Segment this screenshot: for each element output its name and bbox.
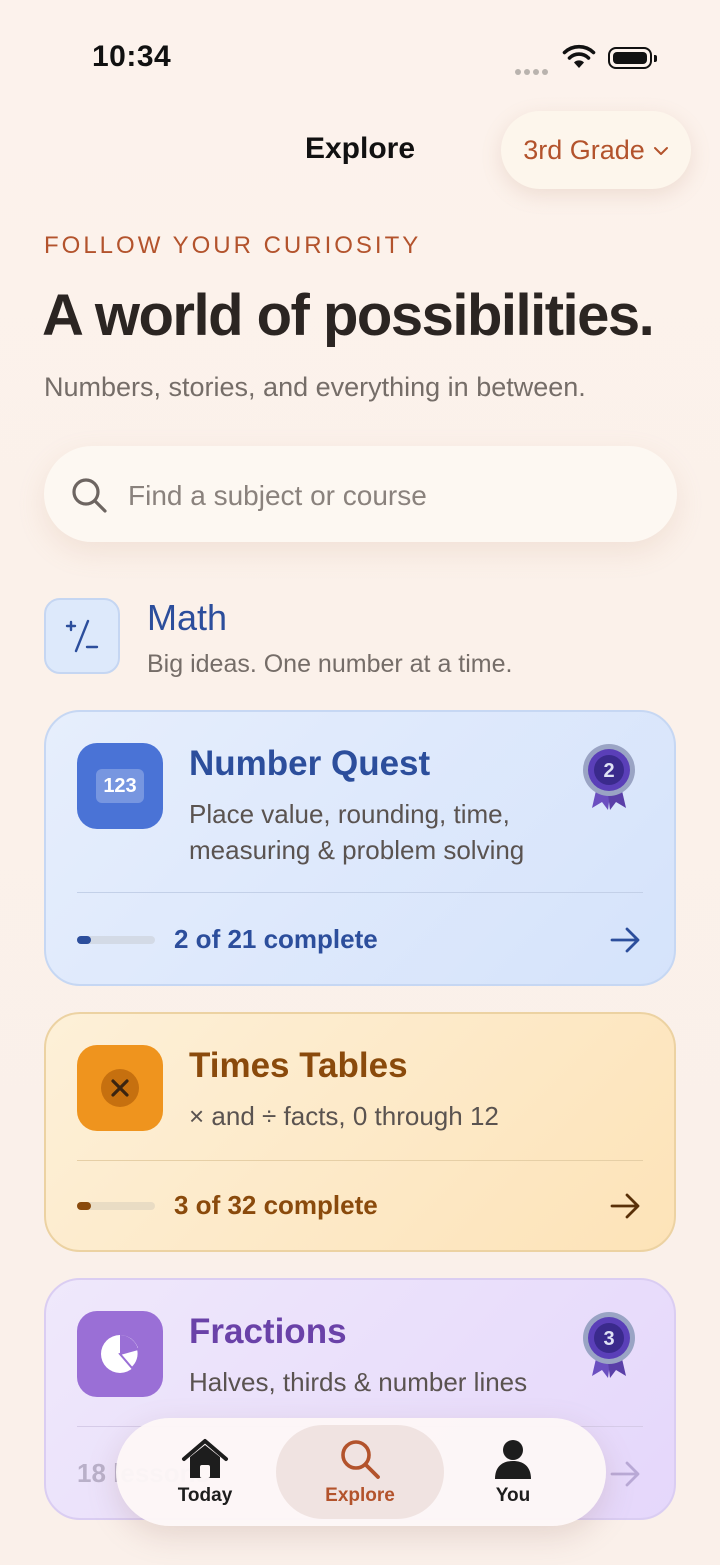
course-title: Number Quest [189, 744, 431, 783]
course-title: Fractions [189, 1312, 347, 1351]
subject-title: Math [147, 597, 228, 638]
tab-label: Explore [325, 1485, 395, 1506]
course-card-times-tables[interactable]: Times Tables × and ÷ facts, 0 through 12… [44, 1012, 676, 1252]
medal-badge-icon: 3 [580, 1310, 638, 1385]
home-icon [182, 1439, 228, 1478]
subject-subtitle: Big ideas. One number at a time. [147, 650, 513, 678]
search-icon [341, 1440, 380, 1479]
hero-headline: A world of possibilities. [42, 283, 655, 348]
section-eyebrow: FOLLOW YOUR CURIOSITY [44, 232, 422, 259]
progress-fill [77, 936, 91, 944]
battery-icon [608, 47, 657, 69]
grade-selector-button[interactable]: 3rd Grade [501, 111, 691, 189]
course-card-number-quest[interactable]: 123 Number Quest Place value, rounding, … [44, 710, 676, 986]
math-subject-icon [44, 598, 120, 674]
hero-subheadline: Numbers, stories, and everything in betw… [44, 372, 586, 402]
cellular-signal-icon [515, 62, 551, 80]
arrow-right-icon[interactable] [610, 926, 642, 954]
search-input[interactable] [126, 470, 650, 522]
person-icon [495, 1440, 531, 1479]
times-tables-icon [77, 1045, 163, 1131]
arrow-right-icon[interactable] [610, 1460, 642, 1488]
search-icon [72, 478, 107, 513]
course-description-line1: Halves, thirds & number lines [189, 1367, 528, 1397]
grade-selector-label: 3rd Grade [523, 134, 645, 165]
chevron-down-icon [653, 147, 668, 155]
course-description-line2: measuring & problem solving [189, 835, 525, 865]
tab-bar: Today Explore You [116, 1418, 606, 1526]
course-description-line1: Place value, rounding, time, [189, 799, 510, 829]
status-time: 10:34 [92, 40, 172, 73]
progress-text: 3 of 32 complete [174, 1190, 378, 1220]
arrow-right-icon[interactable] [610, 1192, 642, 1220]
tab-today[interactable]: Today [130, 1418, 280, 1526]
number-quest-icon: 123 [77, 743, 163, 829]
svg-text:3: 3 [603, 1328, 614, 1350]
fractions-pie-icon [77, 1311, 163, 1397]
tab-label: You [495, 1485, 531, 1506]
progress-fill [77, 1202, 91, 1210]
progress-bar [77, 1202, 155, 1210]
medal-badge-icon: 2 [580, 742, 638, 817]
course-description-line1: × and ÷ facts, 0 through 12 [189, 1101, 499, 1131]
progress-text: 2 of 21 complete [174, 924, 378, 954]
tab-explore[interactable]: Explore [276, 1425, 444, 1519]
tab-label: Today [177, 1485, 233, 1506]
tab-you[interactable]: You [438, 1418, 588, 1526]
course-title: Times Tables [189, 1046, 408, 1085]
progress-bar [77, 936, 155, 944]
svg-text:2: 2 [603, 760, 614, 782]
wifi-icon [562, 44, 596, 75]
